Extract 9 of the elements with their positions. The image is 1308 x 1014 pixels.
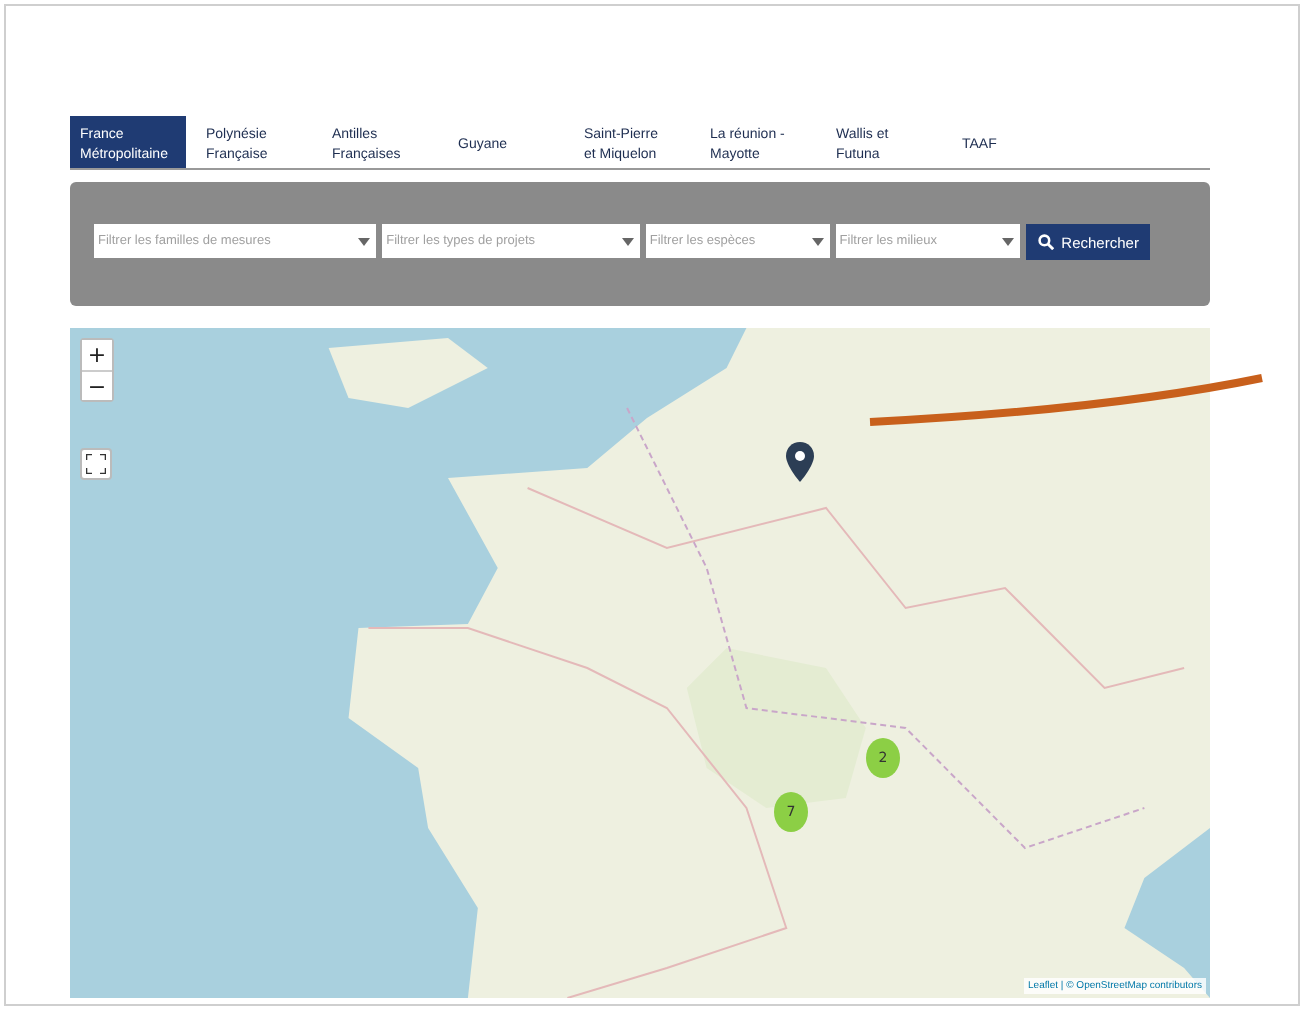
caret-icon [358, 238, 371, 246]
caret-icon [621, 238, 634, 246]
caret-icon [811, 238, 824, 246]
fullscreen-button[interactable] [80, 448, 112, 480]
fullscreen-icon [86, 454, 106, 474]
zoom-out-button[interactable]: − [82, 370, 112, 400]
map-pin-icon[interactable] [786, 442, 814, 482]
caret-icon [1001, 238, 1014, 246]
search-icon [1037, 234, 1054, 250]
